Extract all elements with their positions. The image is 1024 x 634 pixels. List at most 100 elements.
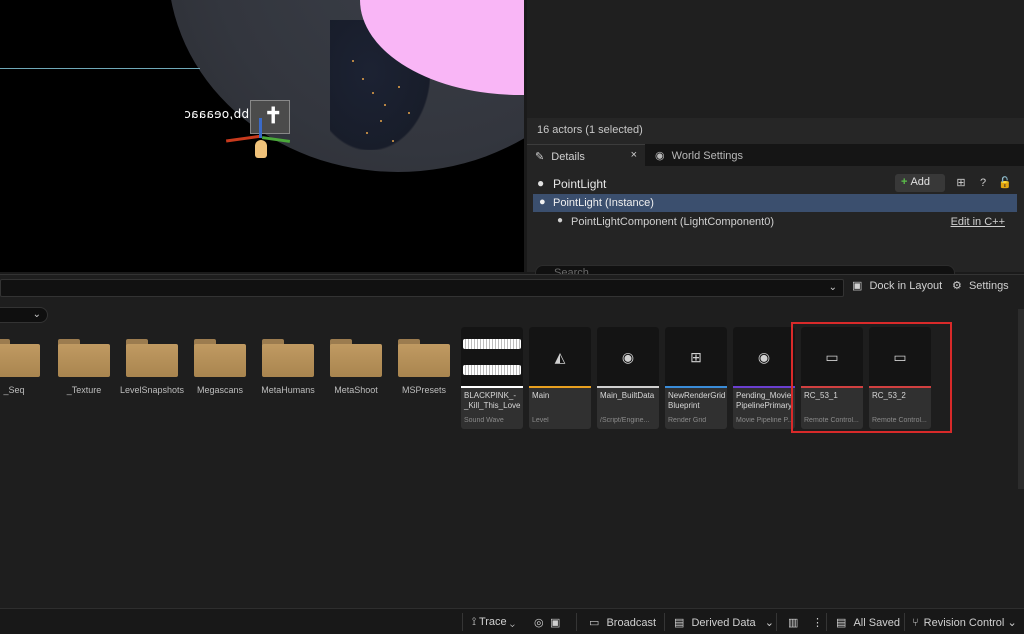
chevron-down-icon[interactable]: ⌄ xyxy=(829,282,837,293)
tab-world-settings[interactable]: ◉ World Settings xyxy=(647,144,767,166)
city-light xyxy=(352,60,354,62)
content-browser: ⌄ ▣ Dock in Layout ⚙ Settings ⌄ _Seq _Te… xyxy=(0,274,1024,608)
gear-icon: ⚙ xyxy=(952,280,962,292)
close-icon[interactable]: × xyxy=(631,149,637,161)
revision-control-icon: ⑂ xyxy=(912,617,919,629)
chevron-down-icon: ⌄ xyxy=(32,309,41,320)
revision-control-label: Revision Control xyxy=(923,617,1005,629)
asset-name: Main_BuiltData xyxy=(600,391,655,400)
all-saved-label: All Saved xyxy=(853,617,900,629)
folder-item[interactable]: MetaShoot xyxy=(326,335,386,405)
component-label: PointLight (Instance) xyxy=(553,197,654,209)
details-search-input[interactable]: Search xyxy=(535,265,955,274)
lightbulb-icon: ● xyxy=(557,215,564,226)
plus-icon: + xyxy=(901,176,908,188)
asset-type: Render Grid xyxy=(668,417,707,424)
details-search-strip: Search xyxy=(527,264,1024,274)
data-asset-icon: ◉ xyxy=(757,349,771,365)
folder-icon xyxy=(194,339,246,377)
point-light-bulb-icon[interactable] xyxy=(255,140,267,158)
derived-data-label: Derived Data xyxy=(691,617,756,629)
blueprint-icon[interactable]: ⊞ xyxy=(951,174,971,192)
stats-icon[interactable]: ▥ xyxy=(788,616,798,629)
folder-item[interactable]: _Texture xyxy=(54,335,114,405)
more-options-icon[interactable]: ⋮ xyxy=(812,616,823,629)
city-light xyxy=(392,140,394,142)
gizmo-z-axis[interactable] xyxy=(259,118,262,138)
screenshot-icon[interactable]: ▣ xyxy=(550,616,560,629)
level-viewport[interactable]: [aw'bb,oeaaac ✝ xyxy=(0,0,524,272)
folder-item[interactable]: _Seq xyxy=(0,335,44,405)
asset-tile[interactable]: ◉ Pending_Movie PipelinePrimary Movie Pi… xyxy=(733,327,795,429)
trace-label: Trace xyxy=(478,616,507,628)
trace-button[interactable]: ⟟ Trace ⌄ xyxy=(472,616,515,629)
lightbulb-icon: ● xyxy=(539,196,546,208)
city-light xyxy=(384,104,386,106)
asset-name: Main xyxy=(532,391,550,400)
all-saved-button[interactable]: ▤ All Saved xyxy=(836,616,900,629)
scrollbar[interactable] xyxy=(1018,309,1024,489)
render-grid-icon: ⊞ xyxy=(690,349,702,365)
outliner-panel xyxy=(527,0,1024,118)
settings-label: Settings xyxy=(968,280,1009,292)
derived-data-button[interactable]: ▤ Derived Data ⌄ xyxy=(674,616,774,629)
asset-thumbnail: ◉ xyxy=(597,327,659,387)
asset-type-bar xyxy=(529,386,591,388)
folder-item[interactable]: LevelSnapshots xyxy=(120,335,184,405)
move-gizmo-icon[interactable]: ✝ xyxy=(264,103,282,129)
asset-thumbnail: ◭ xyxy=(529,327,591,387)
folder-label: _Texture xyxy=(66,385,102,395)
revision-control-button[interactable]: ⑂ Revision Control ⌄ xyxy=(912,616,1017,629)
component-tree-row[interactable]: ● PointLightComponent (LightComponent0) … xyxy=(533,213,1017,231)
outliner-status: 16 actors (1 selected) xyxy=(527,118,1024,144)
data-asset-icon: ◉ xyxy=(621,349,635,365)
add-component-button[interactable]: + Add xyxy=(895,174,945,192)
details-tabbar: ✎ Details × ◉ World Settings xyxy=(527,144,1024,166)
asset-type: Sound Wave xyxy=(464,417,504,424)
folder-item[interactable]: MetaHumans xyxy=(258,335,318,405)
tab-world-settings-label: World Settings xyxy=(671,150,743,162)
broadcast-button[interactable]: ▭ Broadcast xyxy=(589,616,656,629)
asset-tile[interactable]: ◭ Main Level xyxy=(529,327,591,429)
asset-tile[interactable]: BLACKPINK_-_Kill_This_Love Sound Wave xyxy=(461,327,523,429)
asset-name: BLACKPINK_-_Kill_This_Love xyxy=(464,391,521,410)
folder-label: LevelSnapshots xyxy=(119,385,185,395)
level-icon: ◭ xyxy=(554,349,566,365)
asset-tile[interactable]: ⊞ NewRenderGrid Blueprint Render Grid xyxy=(665,327,727,429)
asset-type-bar xyxy=(665,386,727,388)
dock-in-layout-button[interactable]: ▣ Dock in Layout xyxy=(852,279,942,292)
folder-item[interactable]: Megascans xyxy=(190,335,250,405)
component-tree-row[interactable]: ● PointLight (Instance) xyxy=(533,194,1017,212)
status-bar: ⟟ Trace ⌄ ◎ ▣ ▭ Broadcast ▤ Derived Data… xyxy=(0,608,1024,634)
chevron-down-icon: ⌄ xyxy=(1007,617,1017,629)
city-light xyxy=(372,92,374,94)
asset-tile[interactable]: ◉ Main_BuiltData /Script/Engine... xyxy=(597,327,659,429)
lock-icon[interactable]: 🔓 xyxy=(995,174,1015,192)
derived-data-icon: ▤ xyxy=(674,617,685,629)
settings-button[interactable]: ⚙ Settings xyxy=(952,279,1009,292)
details-icon: ✎ xyxy=(535,151,545,163)
path-bar[interactable]: ⌄ xyxy=(0,279,844,297)
folder-label: Megascans xyxy=(196,385,244,395)
asset-type-bar xyxy=(597,386,659,388)
city-light xyxy=(366,132,368,134)
asset-thumbnail: ◉ xyxy=(733,327,795,387)
asset-type: Level xyxy=(532,417,549,424)
folder-item[interactable]: MSPresets xyxy=(394,335,454,405)
record-icon[interactable]: ◎ xyxy=(534,616,544,629)
tab-details[interactable]: ✎ Details × xyxy=(527,144,645,166)
dock-icon: ▣ xyxy=(852,280,863,292)
asset-name: NewRenderGrid Blueprint xyxy=(668,391,726,410)
edit-in-cpp-link[interactable]: Edit in C++ xyxy=(951,216,1005,228)
folder-icon xyxy=(398,339,450,377)
filter-dropdown[interactable]: ⌄ xyxy=(0,307,48,323)
city-light xyxy=(398,86,400,88)
help-icon[interactable]: ? xyxy=(973,174,993,192)
city-light xyxy=(362,78,364,80)
add-label: Add xyxy=(910,176,931,188)
city-light xyxy=(380,120,382,122)
folder-icon xyxy=(262,339,314,377)
asset-type-bar xyxy=(733,386,795,388)
folder-icon xyxy=(330,339,382,377)
asset-type-bar xyxy=(461,386,523,388)
